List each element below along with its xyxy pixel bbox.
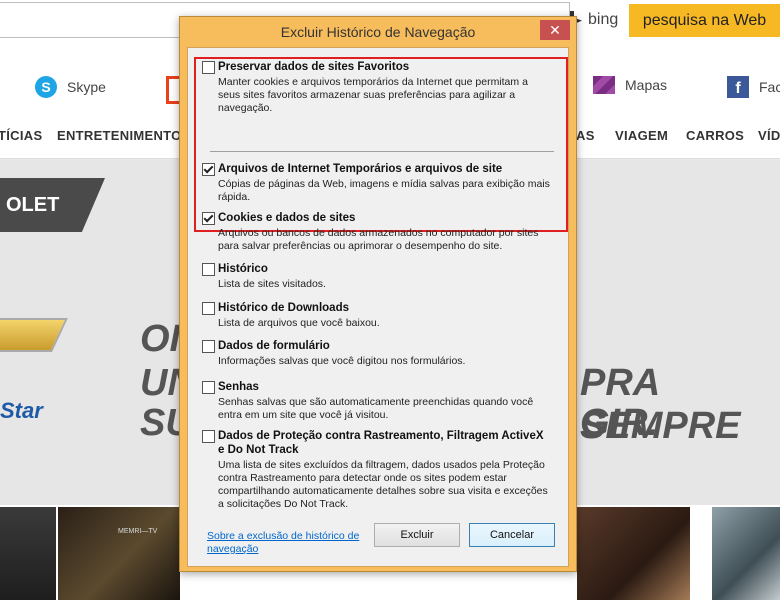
app-label: Skype [67,79,106,95]
option-title[interactable]: Arquivos de Internet Temporários e arqui… [218,162,502,176]
dialog-body: Preservar dados de sites Favoritos Mante… [187,47,569,567]
option-temp-files: Arquivos de Internet Temporários e arqui… [202,162,552,204]
option-tracking-protection: Dados de Proteção contra Rastreamento, F… [202,429,552,511]
nav-item[interactable]: VÍD [758,128,780,143]
option-cookies: Cookies e dados de sites Arquivos ou ban… [202,211,552,253]
close-button[interactable]: ✕ [540,20,570,40]
dialog-title: Excluir Histórico de Navegação [280,24,476,40]
option-passwords: Senhas Senhas salvas que são automaticam… [202,380,552,422]
option-title[interactable]: Cookies e dados de sites [218,211,355,225]
option-title[interactable]: Dados de formulário [218,339,330,353]
option-form-data: Dados de formulário Informações salvas q… [202,339,552,368]
news-photo[interactable] [58,507,180,600]
divider [210,151,554,152]
option-title[interactable]: Histórico de Downloads [218,301,349,315]
hero-text: GIR. [580,402,659,444]
news-photo[interactable] [712,507,780,600]
option-description: Senhas salvas que são automaticamente pr… [218,396,534,421]
skype-icon: S [35,76,57,98]
app-label: Mapas [625,77,668,93]
facebook-icon: f [727,76,749,98]
checkbox[interactable] [202,302,215,315]
cancel-button[interactable]: Cancelar [469,523,555,547]
option-description: Cópias de páginas da Web, imagens e mídi… [218,178,550,203]
bing-brand: bing [570,4,618,36]
checkbox[interactable] [202,212,215,225]
option-description: Arquivos ou bancos de dados armazenados … [218,227,539,252]
option-description: Informações salvas que você digitou nos … [218,355,466,367]
option-description: Manter cookies e arquivos temporários da… [218,76,528,114]
maps-icon [593,76,615,94]
checkbox[interactable] [202,340,215,353]
option-description: Uma lista de sites excluídos da filtrage… [218,459,548,510]
option-title[interactable]: Senhas [218,380,259,394]
about-deleting-history-link[interactable]: Sobre a exclusão de histórico de navegaç… [207,530,367,556]
delete-browsing-history-dialog: Excluir Histórico de Navegação ✕ Preserv… [179,16,577,572]
app-skype[interactable]: S Skype [35,76,106,98]
checkbox[interactable] [202,263,215,276]
option-downloads: Histórico de Downloads Lista de arquivos… [202,301,552,330]
nav-item[interactable]: VIAGEM [615,128,668,143]
nav-item[interactable]: ENTRETENIMENTO [57,128,182,143]
option-title[interactable]: Histórico [218,262,268,276]
checkbox[interactable] [202,430,215,443]
delete-button[interactable]: Excluir [374,523,460,547]
checkbox[interactable] [202,61,215,74]
option-preserve-favorites: Preservar dados de sites Favoritos Mante… [202,60,552,115]
app-maps[interactable]: Mapas [593,76,667,94]
option-title[interactable]: Dados de Proteção contra Rastreamento, F… [218,429,552,457]
nav-item[interactable]: AS [576,128,595,143]
option-description: Lista de arquivos que você baixou. [218,317,380,329]
app-facebook[interactable]: f Face [727,76,780,98]
news-photo[interactable] [577,507,690,600]
option-description: Lista de sites visitados. [218,278,326,290]
bing-label: bing [588,11,619,28]
app-label: Face [759,79,780,95]
news-photo[interactable] [0,507,56,600]
hero-text: OI [140,318,181,360]
option-history: Histórico Lista de sites visitados. [202,262,552,291]
web-search-button[interactable]: pesquisa na Web [629,4,780,37]
checkbox[interactable] [202,381,215,394]
close-icon: ✕ [549,21,561,38]
photo-caption: MEMRI—TV [118,528,158,535]
option-title[interactable]: Preservar dados de sites Favoritos [218,60,409,74]
nav-item[interactable]: CARROS [686,128,744,143]
star-text: Star [0,398,43,423]
checkbox[interactable] [202,163,215,176]
nav-item[interactable]: TÍCIAS [0,128,42,143]
